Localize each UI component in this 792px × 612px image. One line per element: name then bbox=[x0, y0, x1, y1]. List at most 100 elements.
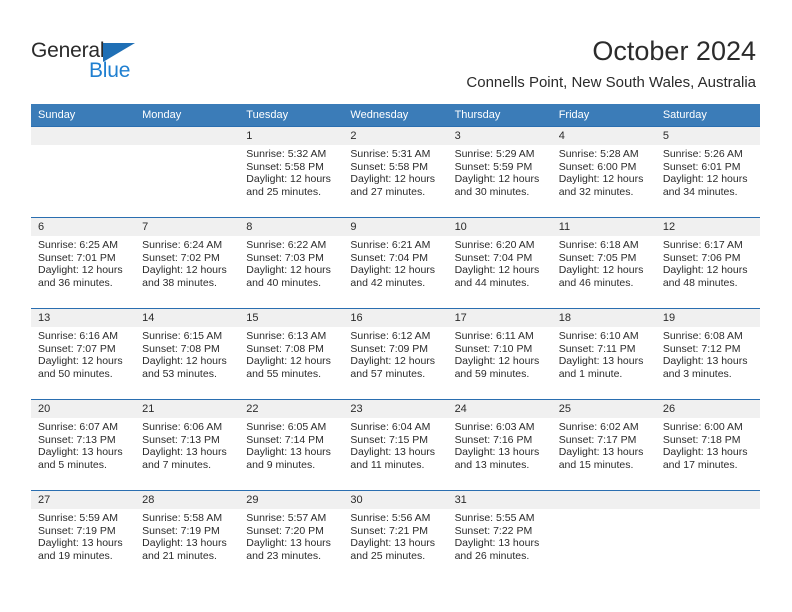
day-cell[interactable]: 21 Sunrise: 6:06 AM Sunset: 7:13 PM Dayl… bbox=[135, 400, 240, 490]
day-cell[interactable]: 9 Sunrise: 6:21 AM Sunset: 7:04 PM Dayli… bbox=[343, 218, 448, 308]
daylight-text-line1: Daylight: 12 hours bbox=[662, 173, 748, 186]
day-cell[interactable]: 14 Sunrise: 6:15 AM Sunset: 7:08 PM Dayl… bbox=[135, 309, 240, 399]
general-blue-logo[interactable]: General Blue bbox=[31, 40, 171, 86]
daylight-text-line2: and 46 minutes. bbox=[558, 276, 634, 289]
day-number bbox=[31, 127, 136, 145]
day-cell[interactable]: 22 Sunrise: 6:05 AM Sunset: 7:14 PM Dayl… bbox=[239, 400, 344, 490]
calendar-cell[interactable]: 26 Sunrise: 6:00 AM Sunset: 7:18 PM Dayl… bbox=[655, 399, 760, 491]
daylight-text-line1: Daylight: 12 hours bbox=[662, 264, 748, 277]
calendar-cell[interactable]: 14 Sunrise: 6:15 AM Sunset: 7:08 PM Dayl… bbox=[135, 308, 240, 400]
day-cell[interactable]: 17 Sunrise: 6:11 AM Sunset: 7:10 PM Dayl… bbox=[447, 309, 552, 399]
day-cell[interactable]: 3 Sunrise: 5:29 AM Sunset: 5:59 PM Dayli… bbox=[447, 127, 552, 217]
calendar-cell[interactable] bbox=[135, 126, 240, 218]
day-cell[interactable]: 18 Sunrise: 6:10 AM Sunset: 7:11 PM Dayl… bbox=[551, 309, 656, 399]
sunset-text: Sunset: 7:13 PM bbox=[142, 433, 220, 446]
day-details: Sunrise: 6:22 AM Sunset: 7:03 PM Dayligh… bbox=[239, 236, 343, 289]
day-cell[interactable] bbox=[135, 127, 240, 217]
calendar-cell[interactable]: 27 Sunrise: 5:59 AM Sunset: 7:19 PM Dayl… bbox=[31, 490, 136, 581]
day-details: Sunrise: 5:56 AM Sunset: 7:21 PM Dayligh… bbox=[343, 509, 447, 562]
calendar-week-row: 27 Sunrise: 5:59 AM Sunset: 7:19 PM Dayl… bbox=[31, 490, 760, 581]
calendar-table: Sunday Monday Tuesday Wednesday Thursday… bbox=[31, 104, 760, 581]
calendar-cell[interactable]: 23 Sunrise: 6:04 AM Sunset: 7:15 PM Dayl… bbox=[343, 399, 448, 491]
day-cell[interactable]: 12 Sunrise: 6:17 AM Sunset: 7:06 PM Dayl… bbox=[655, 218, 760, 308]
calendar-cell[interactable]: 7 Sunrise: 6:24 AM Sunset: 7:02 PM Dayli… bbox=[135, 217, 240, 309]
day-cell[interactable]: 8 Sunrise: 6:22 AM Sunset: 7:03 PM Dayli… bbox=[239, 218, 344, 308]
page-header: General Blue October 2024 Connells Point… bbox=[0, 0, 792, 104]
day-cell[interactable]: 31 Sunrise: 5:55 AM Sunset: 7:22 PM Dayl… bbox=[447, 491, 552, 581]
day-cell[interactable]: 16 Sunrise: 6:12 AM Sunset: 7:09 PM Dayl… bbox=[343, 309, 448, 399]
daylight-text-line1: Daylight: 12 hours bbox=[246, 264, 331, 277]
sunset-text: Sunset: 7:21 PM bbox=[350, 524, 429, 537]
calendar-cell[interactable]: 12 Sunrise: 6:17 AM Sunset: 7:06 PM Dayl… bbox=[655, 217, 760, 309]
day-cell[interactable]: 28 Sunrise: 5:58 AM Sunset: 7:19 PM Dayl… bbox=[135, 491, 240, 581]
calendar-cell[interactable]: 24 Sunrise: 6:03 AM Sunset: 7:16 PM Dayl… bbox=[447, 399, 552, 491]
day-cell[interactable]: 24 Sunrise: 6:03 AM Sunset: 7:16 PM Dayl… bbox=[447, 400, 552, 490]
day-details: Sunrise: 6:11 AM Sunset: 7:10 PM Dayligh… bbox=[448, 327, 552, 380]
calendar-cell[interactable]: 4 Sunrise: 5:28 AM Sunset: 6:00 PM Dayli… bbox=[551, 126, 656, 218]
title-block: October 2024 Connells Point, New South W… bbox=[466, 36, 756, 92]
day-cell[interactable]: 27 Sunrise: 5:59 AM Sunset: 7:19 PM Dayl… bbox=[31, 491, 136, 581]
calendar-cell[interactable]: 31 Sunrise: 5:55 AM Sunset: 7:22 PM Dayl… bbox=[447, 490, 552, 581]
calendar-cell[interactable] bbox=[31, 126, 136, 218]
calendar-cell[interactable]: 25 Sunrise: 6:02 AM Sunset: 7:17 PM Dayl… bbox=[551, 399, 656, 491]
day-cell[interactable]: 26 Sunrise: 6:00 AM Sunset: 7:18 PM Dayl… bbox=[655, 400, 760, 490]
day-cell[interactable]: 4 Sunrise: 5:28 AM Sunset: 6:00 PM Dayli… bbox=[551, 127, 656, 217]
calendar-cell[interactable]: 2 Sunrise: 5:31 AM Sunset: 5:58 PM Dayli… bbox=[343, 126, 448, 218]
day-cell[interactable] bbox=[655, 491, 760, 581]
sunset-text: Sunset: 7:03 PM bbox=[246, 251, 324, 264]
day-cell[interactable]: 6 Sunrise: 6:25 AM Sunset: 7:01 PM Dayli… bbox=[31, 218, 136, 308]
day-details: Sunrise: 5:58 AM Sunset: 7:19 PM Dayligh… bbox=[135, 509, 239, 562]
day-details: Sunrise: 5:28 AM Sunset: 6:00 PM Dayligh… bbox=[552, 145, 656, 198]
calendar-cell[interactable]: 19 Sunrise: 6:08 AM Sunset: 7:12 PM Dayl… bbox=[655, 308, 760, 400]
day-cell[interactable]: 7 Sunrise: 6:24 AM Sunset: 7:02 PM Dayli… bbox=[135, 218, 240, 308]
daylight-text-line2: and 36 minutes. bbox=[38, 276, 113, 289]
day-cell[interactable]: 1 Sunrise: 5:32 AM Sunset: 5:58 PM Dayli… bbox=[239, 127, 344, 217]
sunrise-text: Sunrise: 5:32 AM bbox=[246, 148, 327, 160]
calendar-cell[interactable]: 15 Sunrise: 6:13 AM Sunset: 7:08 PM Dayl… bbox=[239, 308, 344, 400]
calendar-cell[interactable]: 17 Sunrise: 6:11 AM Sunset: 7:10 PM Dayl… bbox=[447, 308, 552, 400]
day-cell[interactable]: 29 Sunrise: 5:57 AM Sunset: 7:20 PM Dayl… bbox=[239, 491, 344, 581]
day-cell[interactable]: 2 Sunrise: 5:31 AM Sunset: 5:58 PM Dayli… bbox=[343, 127, 448, 217]
day-cell[interactable]: 10 Sunrise: 6:20 AM Sunset: 7:04 PM Dayl… bbox=[447, 218, 552, 308]
calendar-cell[interactable]: 8 Sunrise: 6:22 AM Sunset: 7:03 PM Dayli… bbox=[239, 217, 344, 309]
sunrise-text: Sunrise: 6:17 AM bbox=[662, 239, 743, 251]
calendar-cell[interactable]: 9 Sunrise: 6:21 AM Sunset: 7:04 PM Dayli… bbox=[343, 217, 448, 309]
day-cell[interactable]: 25 Sunrise: 6:02 AM Sunset: 7:17 PM Dayl… bbox=[551, 400, 656, 490]
calendar-cell[interactable]: 3 Sunrise: 5:29 AM Sunset: 5:59 PM Dayli… bbox=[447, 126, 552, 218]
calendar-cell[interactable]: 29 Sunrise: 5:57 AM Sunset: 7:20 PM Dayl… bbox=[239, 490, 344, 581]
calendar-cell[interactable] bbox=[551, 490, 656, 581]
day-cell[interactable]: 11 Sunrise: 6:18 AM Sunset: 7:05 PM Dayl… bbox=[551, 218, 656, 308]
calendar-cell[interactable] bbox=[655, 490, 760, 581]
calendar-cell[interactable]: 18 Sunrise: 6:10 AM Sunset: 7:11 PM Dayl… bbox=[551, 308, 656, 400]
day-cell[interactable]: 5 Sunrise: 5:26 AM Sunset: 6:01 PM Dayli… bbox=[655, 127, 760, 217]
calendar-cell[interactable]: 22 Sunrise: 6:05 AM Sunset: 7:14 PM Dayl… bbox=[239, 399, 344, 491]
daylight-text-line1: Daylight: 12 hours bbox=[558, 173, 644, 186]
day-cell[interactable]: 20 Sunrise: 6:07 AM Sunset: 7:13 PM Dayl… bbox=[31, 400, 136, 490]
day-cell[interactable] bbox=[31, 127, 136, 217]
calendar-cell[interactable]: 28 Sunrise: 5:58 AM Sunset: 7:19 PM Dayl… bbox=[135, 490, 240, 581]
sunrise-text: Sunrise: 6:06 AM bbox=[142, 421, 223, 433]
calendar-cell[interactable]: 30 Sunrise: 5:56 AM Sunset: 7:21 PM Dayl… bbox=[343, 490, 448, 581]
day-cell[interactable]: 15 Sunrise: 6:13 AM Sunset: 7:08 PM Dayl… bbox=[239, 309, 344, 399]
calendar-cell[interactable]: 11 Sunrise: 6:18 AM Sunset: 7:05 PM Dayl… bbox=[551, 217, 656, 309]
day-cell[interactable] bbox=[551, 491, 656, 581]
sunset-text: Sunset: 7:02 PM bbox=[142, 251, 220, 264]
day-cell[interactable]: 23 Sunrise: 6:04 AM Sunset: 7:15 PM Dayl… bbox=[343, 400, 448, 490]
calendar-cell[interactable]: 6 Sunrise: 6:25 AM Sunset: 7:01 PM Dayli… bbox=[31, 217, 136, 309]
day-details: Sunrise: 6:20 AM Sunset: 7:04 PM Dayligh… bbox=[448, 236, 552, 289]
calendar-cell[interactable]: 10 Sunrise: 6:20 AM Sunset: 7:04 PM Dayl… bbox=[447, 217, 552, 309]
day-cell[interactable]: 13 Sunrise: 6:16 AM Sunset: 7:07 PM Dayl… bbox=[31, 309, 136, 399]
day-details bbox=[135, 145, 239, 148]
calendar-cell[interactable]: 13 Sunrise: 6:16 AM Sunset: 7:07 PM Dayl… bbox=[31, 308, 136, 400]
calendar-cell[interactable]: 5 Sunrise: 5:26 AM Sunset: 6:01 PM Dayli… bbox=[655, 126, 760, 218]
day-number: 18 bbox=[551, 309, 656, 327]
calendar-cell[interactable]: 1 Sunrise: 5:32 AM Sunset: 5:58 PM Dayli… bbox=[239, 126, 344, 218]
day-cell[interactable]: 19 Sunrise: 6:08 AM Sunset: 7:12 PM Dayl… bbox=[655, 309, 760, 399]
daylight-text-line1: Daylight: 13 hours bbox=[454, 446, 540, 459]
sunrise-text: Sunrise: 6:10 AM bbox=[558, 330, 639, 342]
calendar-cell[interactable]: 16 Sunrise: 6:12 AM Sunset: 7:09 PM Dayl… bbox=[343, 308, 448, 400]
calendar-cell[interactable]: 21 Sunrise: 6:06 AM Sunset: 7:13 PM Dayl… bbox=[135, 399, 240, 491]
calendar-cell[interactable]: 20 Sunrise: 6:07 AM Sunset: 7:13 PM Dayl… bbox=[31, 399, 136, 491]
page-title: October 2024 bbox=[592, 36, 756, 66]
day-cell[interactable]: 30 Sunrise: 5:56 AM Sunset: 7:21 PM Dayl… bbox=[343, 491, 448, 581]
